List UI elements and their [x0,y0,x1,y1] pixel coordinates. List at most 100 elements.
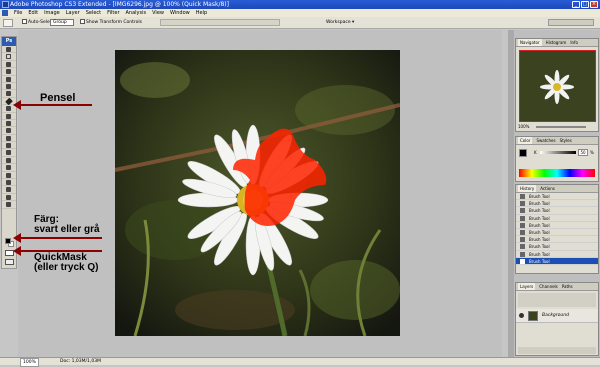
menu-filter[interactable]: Filter [107,9,119,17]
history-item-label: Brush Tool [529,222,550,228]
blur-tool[interactable] [2,135,16,143]
history-brush-tool[interactable] [2,113,16,120]
history-item[interactable]: Brush Tool [516,251,598,258]
auto-select-dropdown[interactable]: Group [50,19,74,26]
navigator-zoom[interactable]: 100% [518,124,529,129]
quickmask-label-line2: (eller tryck Q) [34,262,99,273]
tab-swatches[interactable]: Swatches [536,137,555,144]
tab-navigator[interactable]: Navigator [518,39,542,46]
layer-row-background[interactable]: Background [516,309,598,323]
hand-tool[interactable] [2,194,16,202]
slice-tool[interactable] [2,83,16,91]
tab-paths[interactable]: Paths [562,283,573,290]
history-item[interactable]: Brush Tool [516,200,598,208]
color-spectrum-bar[interactable] [519,169,595,177]
crop-tool[interactable] [2,76,16,83]
tab-color[interactable]: Color [518,137,533,144]
menu-file[interactable]: File [14,9,22,17]
status-doc-size: Doc: 1,03M/1,03M [60,359,101,364]
gradient-tool[interactable] [2,127,16,135]
color-k-value[interactable]: 50 [578,149,588,156]
show-transform-checkbox[interactable] [80,19,85,24]
menu-view[interactable]: View [152,9,164,17]
eyedropper-tool[interactable] [2,186,16,194]
history-item[interactable]: Brush Tool [516,207,598,215]
tab-info[interactable]: Info [570,39,578,46]
layers-options-row [518,293,596,307]
tab-layers[interactable]: Layers [518,283,536,290]
pen-tool[interactable] [2,149,16,157]
history-item-label: Brush Tool [529,244,550,250]
eye-icon[interactable] [519,313,524,318]
color-k-label: K [534,150,537,155]
menu-edit[interactable]: Edit [28,9,38,17]
lasso-tool[interactable] [2,61,16,69]
brush-icon [520,222,525,228]
farg-label-line2: svart eller grå [34,224,100,235]
palette-well[interactable] [548,19,594,26]
color-fg-swatch[interactable] [519,149,527,157]
foreground-color-swatch[interactable] [5,238,11,244]
tab-channels[interactable]: Channels [539,283,558,290]
maximize-button[interactable]: □ [581,1,589,8]
type-tool[interactable] [2,157,16,165]
menu-image[interactable]: Image [44,9,60,17]
history-item[interactable]: Brush Tool [516,236,598,244]
menu-analysis[interactable]: Analysis [126,9,147,17]
notes-tool[interactable] [2,179,16,187]
brush-icon [520,251,525,257]
align-buttons[interactable] [160,19,280,26]
right-panel-dock: Navigator Histogram Info 100% Color Swat… [508,30,600,357]
move-tool-preset-icon[interactable] [3,19,13,27]
eraser-tool[interactable] [2,120,16,128]
document-image[interactable] [115,50,400,336]
navigator-thumbnail[interactable] [519,50,596,122]
menu-select[interactable]: Select [86,9,101,17]
tab-history[interactable]: History [518,185,537,192]
brush-icon [520,215,525,221]
pensel-label: Pensel [40,92,76,104]
history-item[interactable]: Brush Tool [516,229,598,237]
tab-histogram[interactable]: Histogram [546,39,567,46]
history-item-selected[interactable]: Brush Tool [516,257,598,265]
window-title: Adobe Photoshop CS3 Extended - [IMG6296.… [10,1,229,8]
menu-window[interactable]: Window [170,9,190,17]
brush-icon [520,244,525,250]
navigator-zoom-slider[interactable] [536,126,586,128]
tab-actions[interactable]: Actions [540,185,555,192]
color-k-slider[interactable] [540,151,576,154]
path-selection-tool[interactable] [2,164,16,172]
history-item-label: Brush Tool [529,208,550,214]
history-item-label: Brush Tool [529,201,550,207]
auto-select-checkbox[interactable] [22,19,27,24]
status-zoom[interactable]: 100% [20,358,39,367]
history-item-label: Brush Tool [529,258,550,264]
menu-help[interactable]: Help [196,9,207,17]
history-item[interactable]: Brush Tool [516,222,598,229]
move-tool[interactable] [2,46,16,54]
panel-collapse-strip[interactable] [508,30,514,357]
workspace-button[interactable]: Workspace ▾ [326,19,354,27]
brush-icon [520,237,525,243]
minimize-button[interactable]: _ [572,1,580,8]
history-item-label: Brush Tool [529,194,550,199]
ps-menu-icon[interactable] [2,10,8,16]
dodge-tool[interactable] [2,142,16,150]
close-button[interactable]: × [590,1,598,8]
marquee-tool[interactable] [2,53,16,61]
zoom-tool[interactable] [2,201,16,209]
brush-icon [520,229,525,235]
show-transform-option: Show Transform Controls [80,19,142,27]
tab-styles[interactable]: Styles [560,137,572,144]
history-item[interactable]: Brush Tool [516,193,598,201]
show-transform-label: Show Transform Controls [86,20,142,25]
layers-footer-buttons[interactable] [518,347,596,354]
history-item[interactable]: Brush Tool [516,243,598,251]
screen-mode-button[interactable] [5,259,14,265]
quick-selection-tool[interactable] [2,68,16,76]
menu-layer[interactable]: Layer [66,9,80,17]
history-item-label: Brush Tool [529,229,550,235]
shape-tool[interactable] [2,172,16,180]
history-item[interactable]: Brush Tool [516,215,598,222]
history-panel: History Actions Brush Tool Brush Tool Br… [515,184,599,274]
